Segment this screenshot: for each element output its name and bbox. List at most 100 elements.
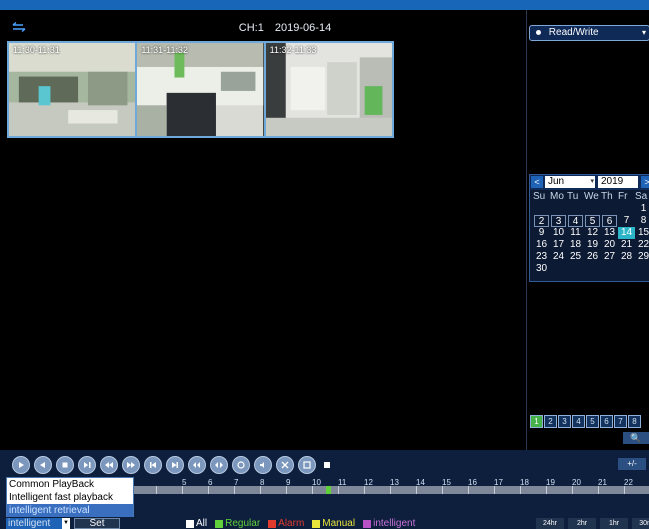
- calendar-day[interactable]: 30: [533, 263, 550, 275]
- fast-forward-button[interactable]: [122, 456, 140, 474]
- thumbnail-time: 11:30-11:31: [13, 45, 60, 55]
- calendar-day[interactable]: 16: [533, 239, 550, 251]
- calendar-day[interactable]: 28: [618, 251, 635, 263]
- calendar-day[interactable]: 8: [635, 215, 649, 227]
- calendar-day[interactable]: 12: [584, 227, 601, 239]
- channel-button-2[interactable]: 2: [544, 415, 557, 428]
- prev-button[interactable]: [144, 456, 162, 474]
- calendar-day[interactable]: 3: [551, 215, 566, 227]
- timeline-tick: [520, 486, 521, 494]
- range-button-1hr[interactable]: 1hr: [600, 518, 628, 529]
- thumbnail-2[interactable]: 11:31-11:32: [137, 41, 266, 138]
- playback-mode-select[interactable]: intelligent ▼: [6, 518, 70, 529]
- legend-manual-label: Manual: [322, 518, 356, 529]
- calendar-day[interactable]: 7: [618, 215, 635, 227]
- channel-button-5[interactable]: 5: [586, 415, 599, 428]
- calendar-day[interactable]: 14: [618, 227, 635, 239]
- calendar-day[interactable]: 10: [550, 227, 567, 239]
- calendar-day[interactable]: 27: [601, 251, 618, 263]
- fast-backward-icon: [105, 462, 113, 468]
- channel-button-7[interactable]: 7: [614, 415, 627, 428]
- thumbnail-strip: 11:30-11:31 11:31-11:32 11:32-11:33: [7, 41, 394, 138]
- stop-button[interactable]: [56, 456, 74, 474]
- clip-button[interactable]: [298, 456, 316, 474]
- month-value: Jun: [548, 176, 565, 187]
- channel-button-3[interactable]: 3: [558, 415, 571, 428]
- calendar-day[interactable]: 20: [601, 239, 618, 251]
- range-button-2hr[interactable]: 2hr: [568, 518, 596, 529]
- year-value: 2019: [601, 176, 624, 187]
- next-button[interactable]: [166, 456, 184, 474]
- channel-button-1[interactable]: 1: [530, 415, 543, 428]
- calendar-day[interactable]: 25: [567, 251, 584, 263]
- calendar-day[interactable]: 5: [585, 215, 600, 227]
- weekday-label: Th: [601, 191, 613, 202]
- calendar-day[interactable]: 22: [635, 239, 649, 251]
- calendar-day[interactable]: 9: [533, 227, 550, 239]
- calendar-day[interactable]: 17: [550, 239, 567, 251]
- channel-button-4[interactable]: 4: [572, 415, 585, 428]
- legend-regular[interactable]: Regular: [215, 518, 260, 529]
- fullscreen-button[interactable]: [276, 456, 294, 474]
- stop-square-icon[interactable]: [324, 462, 330, 468]
- video-playback-area[interactable]: CH:1 2019-06-14 11:30-11:31 11:31-11:32 …: [0, 10, 526, 450]
- timeline-zoom-button[interactable]: +/-: [618, 458, 646, 470]
- calendar-day[interactable]: 4: [568, 215, 583, 227]
- step-forward-button[interactable]: [78, 456, 96, 474]
- calendar-day[interactable]: 24: [550, 251, 567, 263]
- back-icon[interactable]: [12, 22, 26, 32]
- legend-alarm-label: Alarm: [278, 518, 305, 529]
- legend-manual[interactable]: Manual: [312, 518, 355, 529]
- calendar-empty-cell: [601, 203, 618, 215]
- calendar-day[interactable]: 18: [567, 239, 584, 251]
- zoom-button[interactable]: [232, 456, 250, 474]
- prev-month-icon[interactable]: <: [531, 176, 543, 188]
- channel-button-8[interactable]: 8: [628, 415, 641, 428]
- search-button[interactable]: 🔍: [623, 432, 649, 444]
- thumbnail-1[interactable]: 11:30-11:31: [7, 41, 138, 138]
- calendar-day[interactable]: 21: [618, 239, 635, 251]
- audio-button[interactable]: [254, 456, 272, 474]
- timeline-tick: [312, 486, 313, 494]
- page-title: CH:1 2019-06-14: [170, 22, 400, 34]
- menu-item-common-playback[interactable]: Common PlayBack: [7, 478, 133, 491]
- timeline[interactable]: 567891011121314151617181920212223: [120, 478, 649, 494]
- thumbnail-3[interactable]: 11:32-11:33: [265, 41, 394, 138]
- snapshot-button[interactable]: [210, 456, 228, 474]
- calendar-empty-cell: [567, 203, 584, 215]
- timeline-bar[interactable]: [120, 486, 649, 494]
- menu-item-intelligent-retrieval[interactable]: intelligent retrieval: [7, 504, 133, 517]
- calendar-day[interactable]: 29: [635, 251, 649, 263]
- legend-intelligent[interactable]: intelligent: [363, 518, 415, 529]
- calendar-day[interactable]: 19: [584, 239, 601, 251]
- mode-dropdown[interactable]: Read/Write ▾: [529, 25, 649, 41]
- legend-alarm[interactable]: Alarm: [268, 518, 304, 529]
- calendar-day[interactable]: 6: [602, 215, 617, 227]
- mode-dropdown-value: Read/Write: [548, 27, 599, 38]
- set-button[interactable]: Set: [74, 518, 120, 529]
- legend-all-label: All: [196, 518, 208, 529]
- calendar-day[interactable]: 11: [567, 227, 584, 239]
- range-button-24hr[interactable]: 24hr: [536, 518, 564, 529]
- calendar-day[interactable]: 23: [533, 251, 550, 263]
- calendar-day[interactable]: 1: [635, 203, 649, 215]
- calendar-day[interactable]: 13: [601, 227, 618, 239]
- weekday-label: Mo: [550, 191, 564, 202]
- next-month-icon[interactable]: >: [641, 176, 649, 188]
- calendar-day[interactable]: 26: [584, 251, 601, 263]
- channel-button-6[interactable]: 6: [600, 415, 613, 428]
- backup-button[interactable]: [188, 456, 206, 474]
- fast-backward-button[interactable]: [100, 456, 118, 474]
- menu-item-intelligent-fast-playback[interactable]: Intelligent fast playback: [7, 491, 133, 504]
- range-button-30m[interactable]: 30m: [632, 518, 649, 529]
- calendar-day[interactable]: 15: [635, 227, 649, 239]
- timeline-tick: [286, 486, 287, 494]
- month-select[interactable]: Jun ▾: [545, 176, 595, 188]
- year-select[interactable]: 2019: [598, 176, 638, 188]
- weekday-label: Fr: [618, 191, 628, 202]
- rewind-button[interactable]: [34, 456, 52, 474]
- right-panel: Read/Write ▾ < Jun ▾ 2019 > Su Mo Tu We Th Fr…: [526, 10, 649, 450]
- calendar-day[interactable]: 2: [534, 215, 549, 227]
- play-button[interactable]: [12, 456, 30, 474]
- legend-all[interactable]: All: [186, 518, 207, 529]
